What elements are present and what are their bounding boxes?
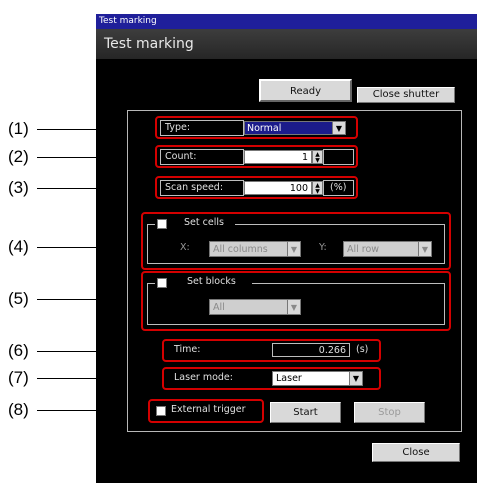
scan-speed-label: Scan speed: [160,180,244,196]
y-label: Y: [319,242,327,253]
count-label: Count: [160,149,244,165]
x-value: All columns [213,244,268,255]
chevron-down-icon[interactable]: ▼ [287,242,300,256]
scan-speed-unit: (%) [323,180,354,196]
set-cells-label: Set cells [184,217,224,228]
callout-2: (2) [8,147,29,166]
callout-1: (1) [8,119,29,138]
chevron-down-icon[interactable]: ▼ [287,300,300,314]
laser-mode-value: Laser [276,373,302,384]
type-label: Type: [160,120,244,136]
count-input[interactable]: 1 [244,150,312,164]
chevron-down-icon[interactable]: ▼ [418,242,431,256]
x-select[interactable]: All columns ▼ [209,241,301,257]
spin-down-icon[interactable]: ▼ [313,188,322,195]
ready-status: Ready [259,79,352,102]
start-button[interactable]: Start [270,402,341,423]
callout-7: (7) [8,368,29,387]
spin-down-icon[interactable]: ▼ [313,157,322,164]
count-unit-box [323,149,354,165]
type-value: Normal [247,123,282,134]
scan-speed-input[interactable]: 100 [244,181,312,195]
blocks-value: All [213,302,225,313]
laser-mode-label: Laser mode: [174,372,233,383]
x-label: X: [180,242,190,253]
set-blocks-checkbox[interactable] [157,278,167,288]
window-header: Test marking [96,29,477,59]
y-select[interactable]: All row ▼ [343,241,432,257]
window-titlebar: Test marking [96,14,477,29]
blocks-select[interactable]: All ▼ [209,299,301,315]
close-shutter-button[interactable]: Close shutter [357,87,455,103]
set-blocks-label: Set blocks [187,276,236,287]
callout-6: (6) [8,341,29,360]
type-select[interactable]: Normal ▼ [244,121,346,135]
count-spinner[interactable]: ▲ ▼ [312,150,323,164]
callout-4: (4) [8,237,29,256]
callout-8: (8) [8,400,29,419]
time-label: Time: [174,344,201,355]
chevron-down-icon[interactable]: ▼ [332,122,345,134]
callout-3: (3) [8,178,29,197]
laser-mode-select[interactable]: Laser ▼ [272,371,363,386]
external-trigger-label: External trigger [171,404,246,415]
time-unit: (s) [356,344,369,355]
time-value: 0.266 [272,343,350,357]
external-trigger-checkbox[interactable] [156,406,166,416]
scan-speed-spinner[interactable]: ▲ ▼ [312,181,323,195]
y-value: All row [347,244,380,255]
callout-5: (5) [8,289,29,308]
close-button[interactable]: Close [372,443,460,462]
set-cells-checkbox[interactable] [157,219,167,229]
stop-button[interactable]: Stop [354,402,425,423]
chevron-down-icon[interactable]: ▼ [349,372,362,385]
